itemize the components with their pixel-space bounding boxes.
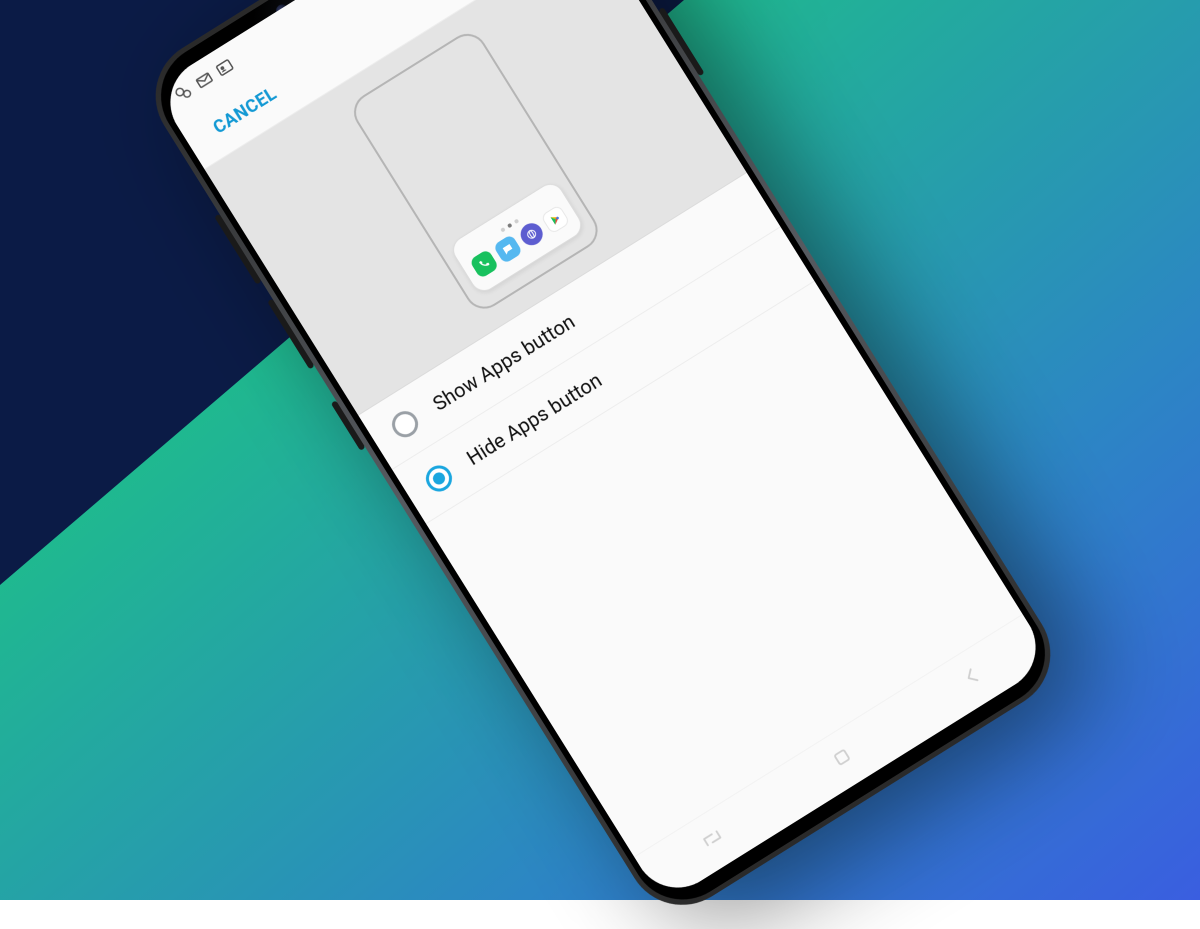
notification-group-icon bbox=[172, 81, 197, 106]
mail-icon bbox=[192, 68, 217, 93]
preview-dock bbox=[448, 178, 587, 296]
play-store-app-icon bbox=[540, 204, 570, 234]
browser-app-icon bbox=[516, 219, 546, 249]
back-button[interactable] bbox=[956, 661, 989, 696]
home-icon bbox=[827, 742, 857, 772]
preview-phone bbox=[346, 26, 605, 316]
radio-icon bbox=[387, 406, 423, 442]
recents-icon bbox=[697, 823, 727, 853]
home-button[interactable] bbox=[827, 742, 860, 777]
radio-icon bbox=[421, 460, 457, 496]
back-icon bbox=[956, 661, 986, 691]
messages-app-icon bbox=[492, 233, 522, 263]
contact-card-icon bbox=[212, 55, 237, 80]
recents-button[interactable] bbox=[697, 823, 730, 858]
phone-app-icon bbox=[469, 248, 499, 278]
